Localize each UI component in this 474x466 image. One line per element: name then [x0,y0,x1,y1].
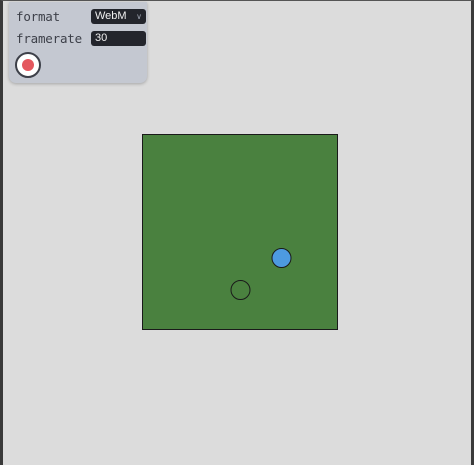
format-value: WebM [95,10,127,22]
game-field [142,134,338,330]
player-circle [271,248,292,268]
framerate-label: framerate [16,31,82,46]
recorder-panel: format WebM ∨ framerate 30 [9,2,147,83]
chevron-down-icon: ∨ [136,12,142,21]
record-button[interactable] [15,52,41,78]
format-row: format WebM ∨ [16,8,146,25]
format-label: format [16,9,60,24]
framerate-row: framerate 30 [16,30,146,47]
record-icon [22,59,34,71]
format-select[interactable]: WebM ∨ [91,9,146,24]
framerate-input[interactable]: 30 [91,31,146,46]
app-window: format WebM ∨ framerate 30 [0,0,474,465]
